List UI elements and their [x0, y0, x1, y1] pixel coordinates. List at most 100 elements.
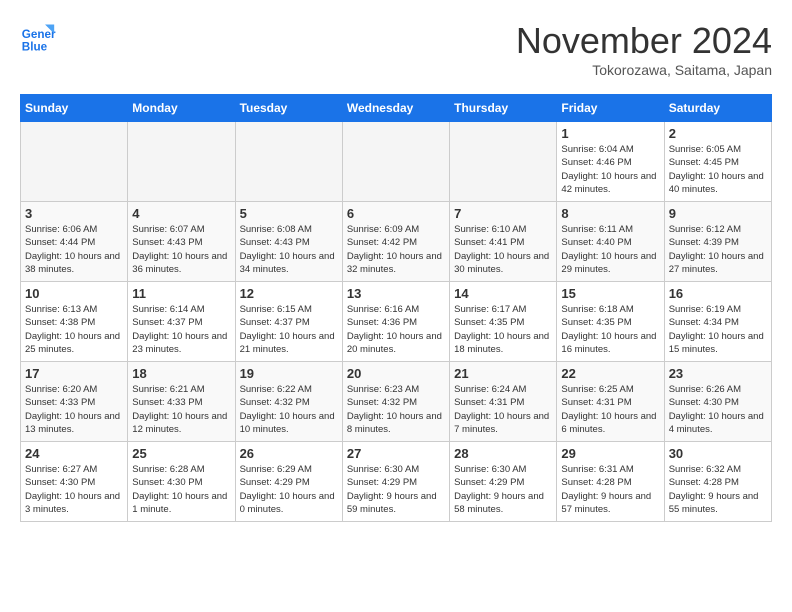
- calendar-cell: 19 Sunrise: 6:22 AM Sunset: 4:32 PM Dayli…: [235, 362, 342, 442]
- day-info: Sunrise: 6:10 AM Sunset: 4:41 PM Dayligh…: [454, 223, 552, 276]
- week-row-1: 1Sunrise: 6:04 AM Sunset: 4:46 PM Daylig…: [21, 122, 772, 202]
- day-info: Sunrise: 6:04 AM Sunset: 4:46 PM Dayligh…: [561, 143, 659, 196]
- calendar-cell: 2 Sunrise: 6:05 AM Sunset: 4:45 PM Daylig…: [664, 122, 771, 202]
- calendar-cell: [21, 122, 128, 202]
- calendar-cell: 29 Sunrise: 6:31 AM Sunset: 4:28 PM Dayli…: [557, 442, 664, 522]
- weekday-monday: Monday: [128, 95, 235, 122]
- calendar-cell: 24Sunrise: 6:27 AM Sunset: 4:30 PM Dayli…: [21, 442, 128, 522]
- day-number: 23: [669, 366, 767, 381]
- day-number: 16: [669, 286, 767, 301]
- day-number: 21: [454, 366, 552, 381]
- day-info: Sunrise: 6:11 AM Sunset: 4:40 PM Dayligh…: [561, 223, 659, 276]
- day-number: 15: [561, 286, 659, 301]
- calendar-cell: 17 Sunrise: 6:20 AM Sunset: 4:33 PM Dayli…: [21, 362, 128, 442]
- calendar-cell: 27 Sunrise: 6:30 AM Sunset: 4:29 PM Dayli…: [342, 442, 449, 522]
- week-row-4: 17 Sunrise: 6:20 AM Sunset: 4:33 PM Dayli…: [21, 362, 772, 442]
- calendar-cell: 9 Sunrise: 6:12 AM Sunset: 4:39 PM Daylig…: [664, 202, 771, 282]
- day-info: Sunrise: 6:07 AM Sunset: 4:43 PM Dayligh…: [132, 223, 230, 276]
- weekday-saturday: Saturday: [664, 95, 771, 122]
- weekday-sunday: Sunday: [21, 95, 128, 122]
- day-info: Sunrise: 6:17 AM Sunset: 4:35 PM Dayligh…: [454, 303, 552, 356]
- day-info: Sunrise: 6:24 AM Sunset: 4:31 PM Dayligh…: [454, 383, 552, 436]
- calendar-body: 1Sunrise: 6:04 AM Sunset: 4:46 PM Daylig…: [21, 122, 772, 522]
- calendar-cell: 8 Sunrise: 6:11 AM Sunset: 4:40 PM Daylig…: [557, 202, 664, 282]
- day-number: 2: [669, 126, 767, 141]
- day-info: Sunrise: 6:27 AM Sunset: 4:30 PM Dayligh…: [25, 463, 123, 516]
- day-number: 3: [25, 206, 123, 221]
- calendar-cell: [342, 122, 449, 202]
- calendar-cell: 23Sunrise: 6:26 AM Sunset: 4:30 PM Dayli…: [664, 362, 771, 442]
- day-number: 28: [454, 446, 552, 461]
- day-number: 19: [240, 366, 338, 381]
- calendar-cell: 20 Sunrise: 6:23 AM Sunset: 4:32 PM Dayli…: [342, 362, 449, 442]
- day-info: Sunrise: 6:30 AM Sunset: 4:29 PM Dayligh…: [347, 463, 445, 516]
- day-number: 30: [669, 446, 767, 461]
- day-info: Sunrise: 6:12 AM Sunset: 4:39 PM Dayligh…: [669, 223, 767, 276]
- calendar-cell: [128, 122, 235, 202]
- day-number: 8: [561, 206, 659, 221]
- day-info: Sunrise: 6:13 AM Sunset: 4:38 PM Dayligh…: [25, 303, 123, 356]
- day-info: Sunrise: 6:20 AM Sunset: 4:33 PM Dayligh…: [25, 383, 123, 436]
- weekday-thursday: Thursday: [450, 95, 557, 122]
- day-number: 25: [132, 446, 230, 461]
- calendar-cell: 14 Sunrise: 6:17 AM Sunset: 4:35 PM Dayli…: [450, 282, 557, 362]
- weekday-friday: Friday: [557, 95, 664, 122]
- day-info: Sunrise: 6:25 AM Sunset: 4:31 PM Dayligh…: [561, 383, 659, 436]
- location: Tokorozawa, Saitama, Japan: [516, 62, 772, 78]
- week-row-2: 3 Sunrise: 6:06 AM Sunset: 4:44 PM Daylig…: [21, 202, 772, 282]
- calendar-cell: 12Sunrise: 6:15 AM Sunset: 4:37 PM Dayli…: [235, 282, 342, 362]
- calendar-cell: 21 Sunrise: 6:24 AM Sunset: 4:31 PM Dayli…: [450, 362, 557, 442]
- day-info: Sunrise: 6:14 AM Sunset: 4:37 PM Dayligh…: [132, 303, 230, 356]
- day-number: 18: [132, 366, 230, 381]
- day-info: Sunrise: 6:28 AM Sunset: 4:30 PM Dayligh…: [132, 463, 230, 516]
- calendar-cell: 3 Sunrise: 6:06 AM Sunset: 4:44 PM Daylig…: [21, 202, 128, 282]
- day-number: 27: [347, 446, 445, 461]
- month-title: November 2024: [516, 20, 772, 62]
- calendar-cell: 10 Sunrise: 6:13 AM Sunset: 4:38 PM Dayli…: [21, 282, 128, 362]
- day-info: Sunrise: 6:06 AM Sunset: 4:44 PM Dayligh…: [25, 223, 123, 276]
- day-info: Sunrise: 6:32 AM Sunset: 4:28 PM Dayligh…: [669, 463, 767, 516]
- calendar-cell: 30 Sunrise: 6:32 AM Sunset: 4:28 PM Dayli…: [664, 442, 771, 522]
- day-number: 10: [25, 286, 123, 301]
- calendar-cell: 6 Sunrise: 6:09 AM Sunset: 4:42 PM Daylig…: [342, 202, 449, 282]
- day-number: 20: [347, 366, 445, 381]
- day-info: Sunrise: 6:05 AM Sunset: 4:45 PM Dayligh…: [669, 143, 767, 196]
- day-number: 13: [347, 286, 445, 301]
- day-info: Sunrise: 6:23 AM Sunset: 4:32 PM Dayligh…: [347, 383, 445, 436]
- day-info: Sunrise: 6:22 AM Sunset: 4:32 PM Dayligh…: [240, 383, 338, 436]
- day-info: Sunrise: 6:16 AM Sunset: 4:36 PM Dayligh…: [347, 303, 445, 356]
- day-info: Sunrise: 6:19 AM Sunset: 4:34 PM Dayligh…: [669, 303, 767, 356]
- day-number: 29: [561, 446, 659, 461]
- day-number: 6: [347, 206, 445, 221]
- day-info: Sunrise: 6:29 AM Sunset: 4:29 PM Dayligh…: [240, 463, 338, 516]
- calendar-table: SundayMondayTuesdayWednesdayThursdayFrid…: [20, 94, 772, 522]
- day-info: Sunrise: 6:08 AM Sunset: 4:43 PM Dayligh…: [240, 223, 338, 276]
- day-number: 9: [669, 206, 767, 221]
- calendar-cell: [450, 122, 557, 202]
- day-info: Sunrise: 6:09 AM Sunset: 4:42 PM Dayligh…: [347, 223, 445, 276]
- day-number: 17: [25, 366, 123, 381]
- day-number: 7: [454, 206, 552, 221]
- title-area: November 2024 Tokorozawa, Saitama, Japan: [516, 20, 772, 78]
- day-info: Sunrise: 6:31 AM Sunset: 4:28 PM Dayligh…: [561, 463, 659, 516]
- day-number: 11: [132, 286, 230, 301]
- weekday-header-row: SundayMondayTuesdayWednesdayThursdayFrid…: [21, 95, 772, 122]
- calendar-cell: 15Sunrise: 6:18 AM Sunset: 4:35 PM Dayli…: [557, 282, 664, 362]
- calendar-cell: 22 Sunrise: 6:25 AM Sunset: 4:31 PM Dayli…: [557, 362, 664, 442]
- calendar-cell: 18Sunrise: 6:21 AM Sunset: 4:33 PM Dayli…: [128, 362, 235, 442]
- day-info: Sunrise: 6:15 AM Sunset: 4:37 PM Dayligh…: [240, 303, 338, 356]
- logo: General Blue: [20, 20, 60, 56]
- calendar-cell: 11 Sunrise: 6:14 AM Sunset: 4:37 PM Dayli…: [128, 282, 235, 362]
- logo-icon: General Blue: [20, 20, 56, 56]
- calendar-cell: 16 Sunrise: 6:19 AM Sunset: 4:34 PM Dayli…: [664, 282, 771, 362]
- day-number: 22: [561, 366, 659, 381]
- day-number: 4: [132, 206, 230, 221]
- day-number: 26: [240, 446, 338, 461]
- calendar-cell: 13 Sunrise: 6:16 AM Sunset: 4:36 PM Dayli…: [342, 282, 449, 362]
- day-number: 14: [454, 286, 552, 301]
- calendar-cell: 5Sunrise: 6:08 AM Sunset: 4:43 PM Daylig…: [235, 202, 342, 282]
- week-row-3: 10 Sunrise: 6:13 AM Sunset: 4:38 PM Dayli…: [21, 282, 772, 362]
- header: General Blue November 2024 Tokorozawa, S…: [20, 20, 772, 78]
- calendar-cell: 26 Sunrise: 6:29 AM Sunset: 4:29 PM Dayli…: [235, 442, 342, 522]
- calendar-cell: 1Sunrise: 6:04 AM Sunset: 4:46 PM Daylig…: [557, 122, 664, 202]
